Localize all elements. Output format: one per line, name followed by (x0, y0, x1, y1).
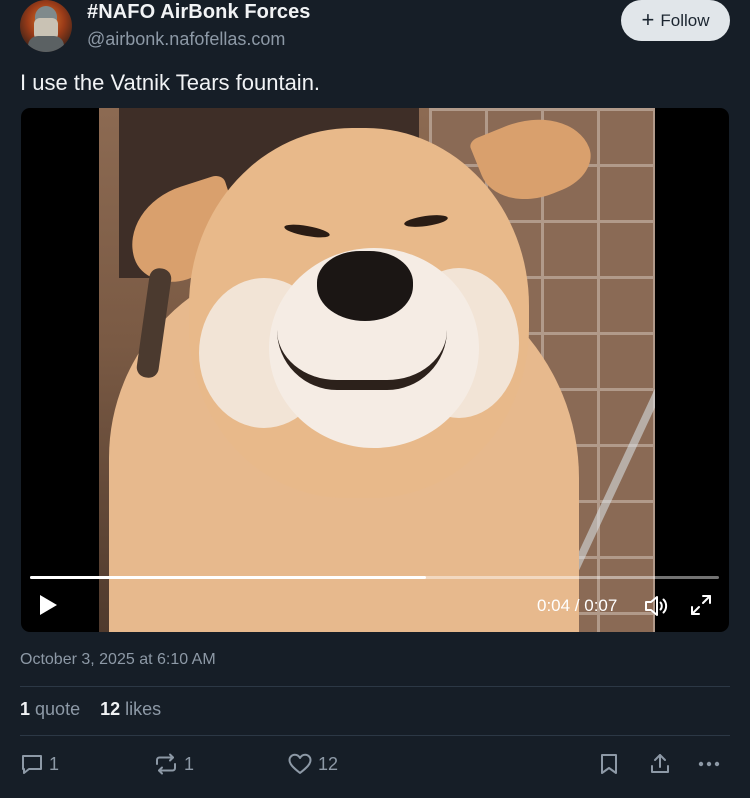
expand-icon (691, 595, 711, 615)
dog-image (189, 128, 529, 498)
repost-icon (156, 753, 176, 775)
bookmark-icon (601, 754, 617, 774)
more-options-button[interactable] (696, 752, 722, 776)
more-icon (698, 761, 720, 767)
author-display-name[interactable]: #NAFO AirBonk Forces (87, 1, 311, 24)
play-button[interactable] (35, 592, 61, 618)
quotes-count: 1 (20, 699, 31, 719)
quotes-label: quote (35, 699, 81, 719)
post-text: I use the Vatnik Tears fountain. (20, 70, 321, 95)
quotes-stat[interactable]: 1 quote (20, 699, 80, 720)
likes-label: likes (125, 699, 162, 719)
author-handle[interactable]: @airbonk.nafofellas.com (87, 29, 285, 50)
divider (20, 686, 730, 687)
fullscreen-button[interactable] (688, 592, 714, 618)
post-header: #NAFO AirBonk Forces @airbonk.nafofellas… (20, 0, 730, 56)
action-bar: 1 1 12 (20, 752, 730, 780)
video-progress-fill (30, 576, 427, 579)
heart-icon (288, 753, 312, 774)
speaker-icon (645, 596, 668, 616)
video-player[interactable]: 0:04 / 0:07 (21, 108, 729, 632)
reply-button[interactable]: 1 (20, 752, 59, 776)
video-progress-bar[interactable] (30, 576, 719, 579)
follow-button[interactable]: + Follow (621, 0, 730, 41)
likes-count: 12 (100, 699, 121, 719)
video-time: 0:04 / 0:07 (537, 596, 618, 615)
repost-button[interactable]: 1 (153, 752, 194, 776)
post-stats: 1 quote 12 likes (20, 699, 161, 720)
likes-stat[interactable]: 12 likes (100, 699, 161, 720)
like-button[interactable]: 12 (287, 752, 338, 776)
mute-button[interactable] (642, 592, 670, 620)
like-count: 12 (318, 753, 339, 774)
reply-count: 1 (49, 753, 60, 774)
video-frame[interactable] (99, 108, 655, 632)
reply-icon (22, 755, 42, 774)
share-icon (651, 754, 669, 773)
plus-icon: + (641, 6, 655, 32)
repost-count: 1 (184, 753, 195, 774)
share-button[interactable] (648, 752, 672, 776)
post-timestamp[interactable]: October 3, 2025 at 6:10 AM (20, 651, 216, 669)
avatar[interactable] (20, 0, 72, 52)
bookmark-button[interactable] (598, 752, 620, 776)
divider (20, 735, 730, 736)
play-icon (40, 595, 57, 615)
follow-button-label: Follow (660, 10, 710, 30)
